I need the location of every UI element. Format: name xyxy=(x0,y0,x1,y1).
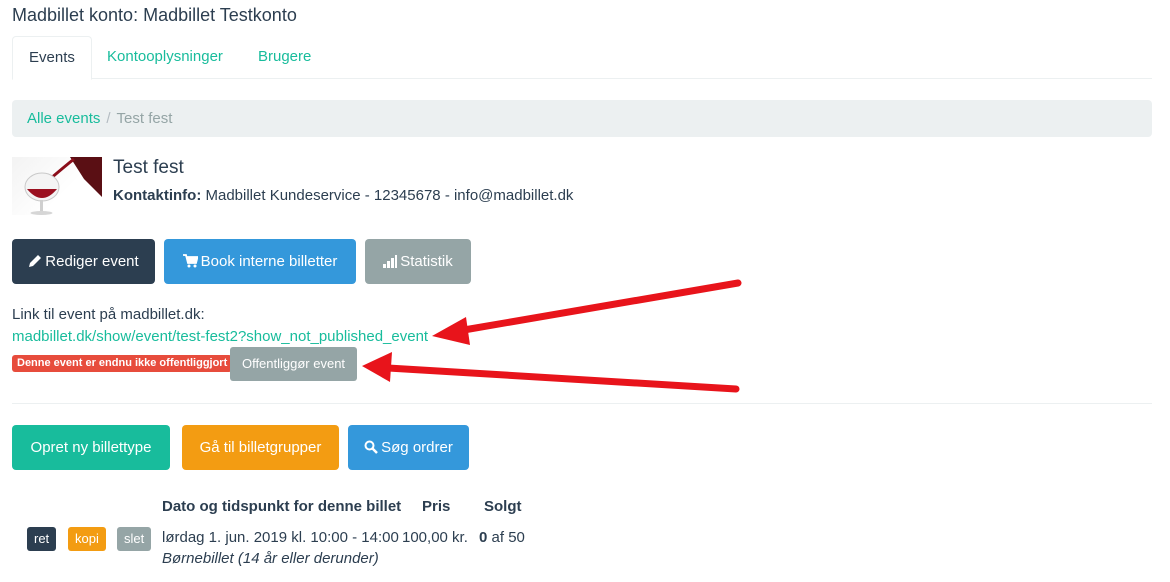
annotation-arrows xyxy=(362,279,742,393)
create-ticket-type-button[interactable]: Opret ny billettype xyxy=(12,425,170,470)
event-name: Test fest xyxy=(113,157,184,178)
create-ticket-type-label: Opret ny billettype xyxy=(30,439,152,456)
event-link-label: Link til event på madbillet.dk: xyxy=(12,306,205,323)
page-title: Madbillet konto: Madbillet Testkonto xyxy=(12,5,297,25)
delete-ticket-button[interactable]: slet xyxy=(117,527,152,551)
breadcrumb: Alle events / Test fest xyxy=(12,100,1152,137)
tab-events[interactable]: Events xyxy=(12,36,92,80)
cart-icon xyxy=(182,241,199,286)
ticket-price: 100,00 kr. xyxy=(402,529,468,546)
edit-event-button[interactable]: Rediger event xyxy=(12,239,155,284)
ticket-sold: 0 af 50 xyxy=(479,529,525,546)
event-public-link[interactable]: madbillet.dk/show/event/test-fest2?show_… xyxy=(12,328,428,345)
bar-chart-icon xyxy=(383,241,398,286)
edit-ticket-button[interactable]: ret xyxy=(27,527,57,551)
ticket-datetime: lørdag 1. jun. 2019 kl. 10:00 - 14:00 xyxy=(162,529,399,546)
section-divider xyxy=(12,403,1152,404)
annotation-arrow-publish xyxy=(362,352,740,393)
column-header-sold: Solgt xyxy=(484,498,522,515)
breadcrumb-separator: / xyxy=(106,110,111,127)
column-header-price: Pris xyxy=(422,498,451,515)
annotation-arrow-link xyxy=(432,279,742,345)
publish-event-button[interactable]: Offentliggør event xyxy=(230,347,357,381)
breadcrumb-all-events-link[interactable]: Alle events xyxy=(27,110,100,127)
ticket-groups-label: Gå til billetgrupper xyxy=(199,439,322,456)
statistics-label: Statistik xyxy=(400,253,453,270)
tab-kontooplysninger[interactable]: Kontooplysninger xyxy=(91,36,239,79)
event-contact: Kontaktinfo: Madbillet Kundeservice - 12… xyxy=(113,187,573,204)
sold-capacity: af 50 xyxy=(487,529,525,546)
ticket-name: Børnebillet (14 år eller derunder) xyxy=(162,550,379,567)
search-orders-button[interactable]: Søg ordrer xyxy=(348,425,469,470)
ticket-groups-button[interactable]: Gå til billetgrupper xyxy=(182,425,339,470)
event-image xyxy=(12,157,102,215)
pencil-icon xyxy=(28,241,42,286)
account-tabs: Events Kontooplysninger Brugere xyxy=(12,36,1152,80)
book-internal-tickets-button[interactable]: Book interne billetter xyxy=(164,239,356,284)
search-orders-label: Søg ordrer xyxy=(381,439,453,456)
unpublished-badge: Denne event er endnu ikke offentliggjort xyxy=(12,355,233,372)
statistics-button[interactable]: Statistik xyxy=(365,239,471,284)
search-icon xyxy=(364,427,379,472)
column-header-datetime: Dato og tidspunkt for denne billet xyxy=(162,498,402,515)
contact-value: Madbillet Kundeservice - 12345678 - info… xyxy=(201,187,574,204)
book-internal-tickets-label: Book interne billetter xyxy=(200,253,338,270)
contact-label: Kontaktinfo: xyxy=(113,187,202,204)
edit-event-label: Rediger event xyxy=(45,253,139,270)
breadcrumb-current: Test fest xyxy=(116,110,173,127)
copy-ticket-button[interactable]: kopi xyxy=(68,527,106,551)
tab-brugere[interactable]: Brugere xyxy=(242,36,327,79)
